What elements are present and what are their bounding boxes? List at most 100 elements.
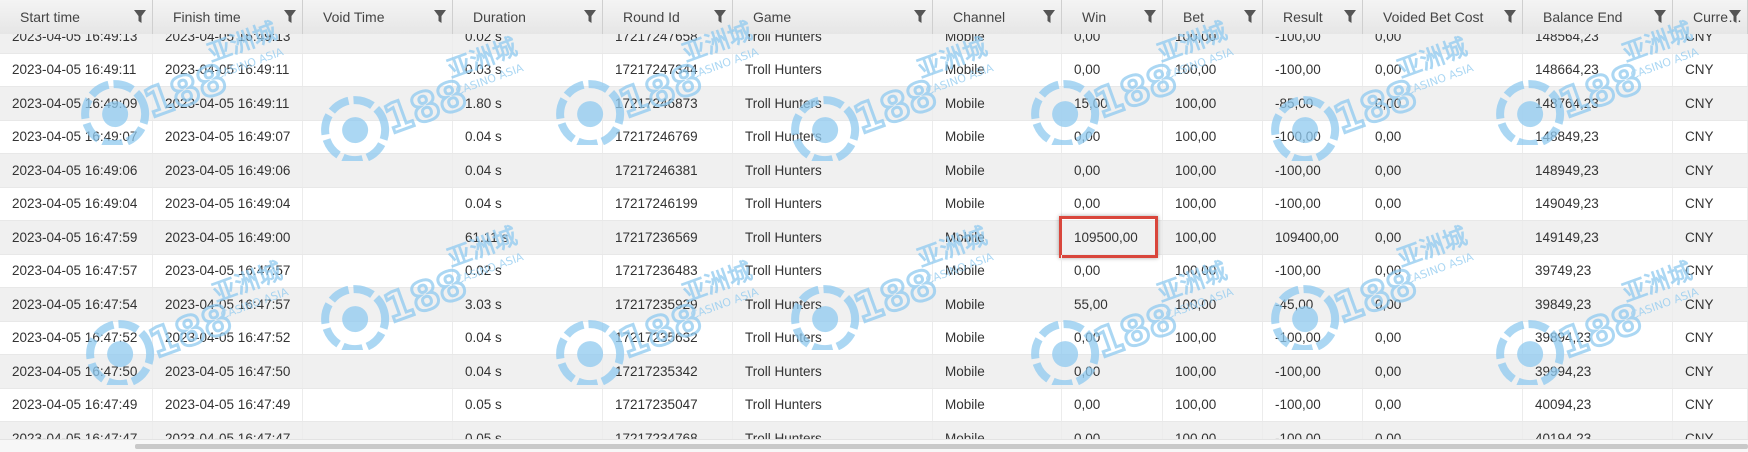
filter-funnel-icon[interactable] — [584, 10, 596, 24]
column-header-channel[interactable]: Channel — [933, 0, 1062, 34]
cell-text: -100,00 — [1275, 196, 1321, 212]
cell-void-time — [303, 120, 453, 153]
table-row[interactable]: 2023-04-05 16:47:59 2023-04-05 16:49:00 61… — [0, 216, 1748, 258]
filter-funnel-icon[interactable] — [1144, 10, 1156, 24]
filter-funnel-icon[interactable] — [434, 10, 446, 24]
cell-round-id: 17217246769 — [603, 120, 733, 153]
column-header-bet[interactable]: Bet — [1163, 0, 1263, 34]
cell-text: Troll Hunters — [745, 34, 822, 44]
cell-start-time: 2023-04-05 16:47:52 — [0, 321, 153, 354]
table-row[interactable]: 2023-04-05 16:49:09 2023-04-05 16:49:11 1.… — [0, 87, 1748, 121]
table-row[interactable]: 2023-04-05 16:49:11 2023-04-05 16:49:11 0.… — [0, 53, 1748, 87]
cell-duration: 0.02 s — [453, 34, 603, 53]
table-row[interactable]: 2023-04-05 16:49:04 2023-04-05 16:49:04 0.… — [0, 187, 1748, 221]
table-row[interactable]: 2023-04-05 16:47:57 2023-04-05 16:47:57 0.… — [0, 254, 1748, 288]
cell-start-time: 2023-04-05 16:49:13 — [0, 34, 153, 53]
cell-finish-time: 2023-04-05 16:49:11 — [153, 87, 303, 120]
cell-round-id: 17217234768 — [603, 422, 733, 439]
table-row[interactable]: 2023-04-05 16:47:54 2023-04-05 16:47:57 3.… — [0, 288, 1748, 322]
table-row[interactable]: 2023-04-05 16:47:50 2023-04-05 16:47:50 0.… — [0, 355, 1748, 389]
cell-balance-end: 40194,23 — [1523, 422, 1673, 439]
cell-text: 17217246873 — [615, 95, 698, 111]
table-row[interactable]: 2023-04-05 16:47:52 2023-04-05 16:47:52 0.… — [0, 321, 1748, 355]
filter-funnel-icon[interactable] — [1244, 10, 1256, 24]
column-header-label: Game — [753, 9, 792, 25]
cell-result: -100,00 — [1263, 321, 1363, 354]
column-header-finish-time[interactable]: Finish time — [153, 0, 303, 34]
scrollbar-thumb[interactable] — [135, 444, 1748, 449]
cell-text: Troll Hunters — [745, 62, 822, 78]
cell-text: 0.04 s — [465, 196, 502, 212]
filter-funnel-icon[interactable] — [1729, 10, 1741, 24]
filter-funnel-icon[interactable] — [1344, 10, 1356, 24]
column-header-win[interactable]: Win — [1062, 0, 1163, 34]
cell-void-time — [303, 187, 453, 220]
cell-bet: 100,00 — [1163, 288, 1263, 321]
cell-text: 100,00 — [1175, 62, 1217, 78]
cell-round-id: 17217246873 — [603, 87, 733, 120]
cell-balance-end: 149049,23 — [1523, 187, 1673, 220]
table-row[interactable]: 2023-04-05 16:47:47 2023-04-05 16:47:47 0.… — [0, 422, 1748, 439]
cell-text: 0,00 — [1074, 62, 1101, 78]
cell-game: Troll Hunters — [733, 254, 933, 287]
cell-text: -100,00 — [1275, 430, 1321, 439]
cell-text: 17217246381 — [615, 162, 698, 178]
column-header-duration[interactable]: Duration — [453, 0, 603, 34]
cell-win: 0,00 — [1062, 388, 1163, 421]
cell-text: 2023-04-05 16:49:07 — [12, 129, 138, 145]
cell-round-id: 17217247658 — [603, 34, 733, 53]
cell-bet: 100,00 — [1163, 388, 1263, 421]
cell-round-id: 17217235632 — [603, 321, 733, 354]
cell-bet: 100,00 — [1163, 120, 1263, 153]
cell-text: 0,00 — [1074, 196, 1101, 212]
cell-text: 17217235047 — [615, 397, 698, 413]
cell-text: 0,00 — [1375, 263, 1402, 279]
column-header-void-time[interactable]: Void Time — [303, 0, 453, 34]
filter-funnel-icon[interactable] — [1654, 10, 1666, 24]
cell-text: -45,00 — [1275, 296, 1314, 312]
cell-text: 100,00 — [1175, 162, 1217, 178]
table-row[interactable]: 2023-04-05 16:49:13 2023-04-05 16:49:13 0.… — [0, 34, 1748, 54]
cell-finish-time: 2023-04-05 16:47:50 — [153, 355, 303, 388]
cell-finish-time: 2023-04-05 16:49:13 — [153, 34, 303, 53]
column-header-voided-bet-cost[interactable]: Voided Bet Cost — [1363, 0, 1523, 34]
cell-finish-time: 2023-04-05 16:49:07 — [153, 120, 303, 153]
cell-void-time — [303, 355, 453, 388]
cell-voided-bet-cost: 0,00 — [1363, 321, 1523, 354]
column-header-balance-end[interactable]: Balance End — [1523, 0, 1673, 34]
cell-balance-end: 148849,23 — [1523, 120, 1673, 153]
cell-void-time — [303, 288, 453, 321]
filter-funnel-icon[interactable] — [284, 10, 296, 24]
cell-text: Troll Hunters — [745, 229, 822, 245]
column-header-curre[interactable]: Curre… — [1673, 0, 1748, 34]
column-header-start-time[interactable]: Start time — [0, 0, 153, 34]
cell-text: 0.04 s — [465, 162, 502, 178]
filter-funnel-icon[interactable] — [914, 10, 926, 24]
column-header-round-id[interactable]: Round Id — [603, 0, 733, 34]
filter-funnel-icon[interactable] — [714, 10, 726, 24]
cell-text: 2023-04-05 16:49:04 — [12, 196, 138, 212]
cell-curre: CNY — [1673, 321, 1748, 354]
horizontal-scrollbar[interactable] — [0, 439, 1748, 452]
cell-duration: 0.04 s — [453, 154, 603, 187]
cell-result: -100,00 — [1263, 120, 1363, 153]
cell-text: 0,00 — [1074, 263, 1101, 279]
cell-text: -100,00 — [1275, 162, 1321, 178]
cell-text: Mobile — [945, 162, 985, 178]
filter-funnel-icon[interactable] — [134, 10, 146, 24]
table-row[interactable]: 2023-04-05 16:49:07 2023-04-05 16:49:07 0.… — [0, 120, 1748, 154]
table-row[interactable]: 2023-04-05 16:47:49 2023-04-05 16:47:49 0.… — [0, 388, 1748, 422]
cell-curre: CNY — [1673, 87, 1748, 120]
column-header-result[interactable]: Result — [1263, 0, 1363, 34]
column-header-game[interactable]: Game — [733, 0, 933, 34]
cell-text: 100,00 — [1175, 330, 1217, 346]
cell-channel: Mobile — [933, 388, 1062, 421]
cell-text: 0,00 — [1375, 296, 1402, 312]
filter-funnel-icon[interactable] — [1504, 10, 1516, 24]
filter-funnel-icon[interactable] — [1043, 10, 1055, 24]
cell-voided-bet-cost: 0,00 — [1363, 288, 1523, 321]
table-row[interactable]: 2023-04-05 16:49:06 2023-04-05 16:49:06 0.… — [0, 154, 1748, 188]
cell-finish-time: 2023-04-05 16:49:11 — [153, 53, 303, 86]
cell-curre: CNY — [1673, 154, 1748, 187]
cell-start-time: 2023-04-05 16:47:50 — [0, 355, 153, 388]
